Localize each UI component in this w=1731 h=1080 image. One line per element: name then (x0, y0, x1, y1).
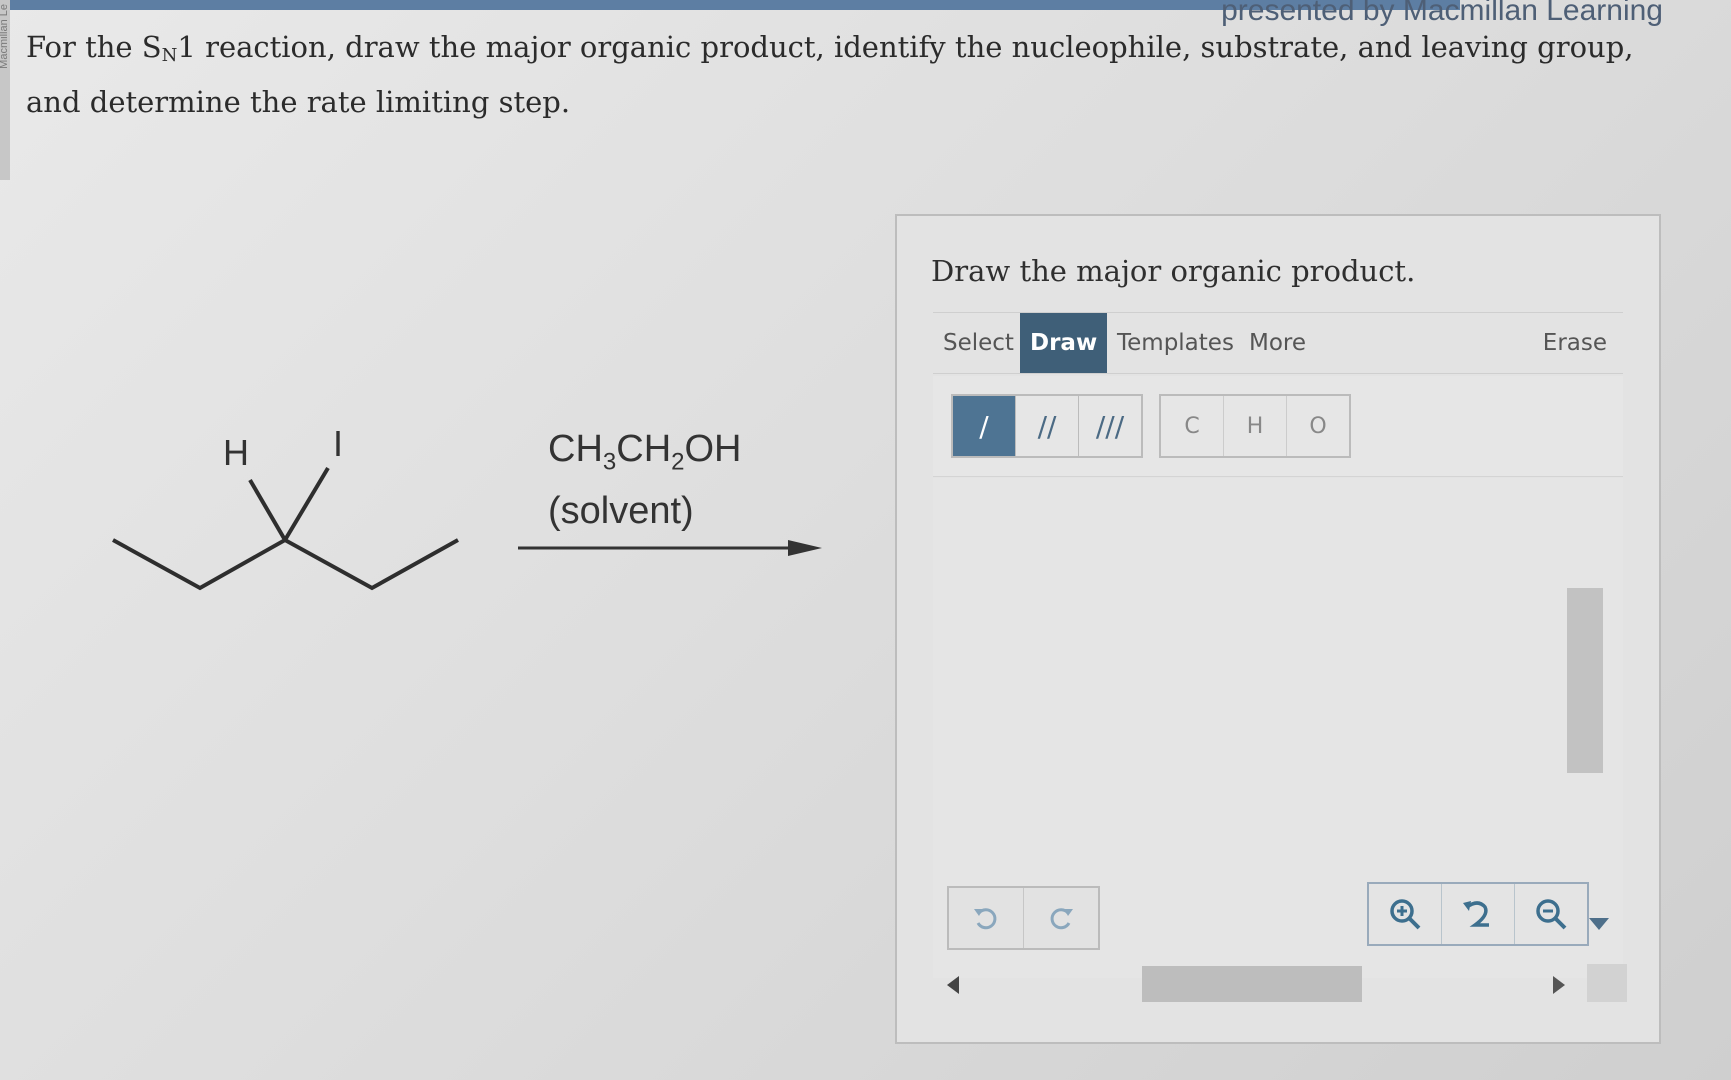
reagent-label: CH3CH2OH (solvent) (548, 425, 742, 535)
scroll-left-arrow-icon[interactable] (947, 976, 959, 994)
zoom-dropdown-arrow-icon[interactable] (1589, 918, 1609, 930)
tab-templates[interactable]: Templates (1107, 313, 1244, 373)
oxygen-atom-button[interactable]: O (1287, 396, 1349, 456)
zoom-reset-icon[interactable] (1442, 884, 1515, 944)
carbon-atom-button[interactable]: C (1161, 396, 1224, 456)
reagent-formula: CH3CH2OH (548, 428, 742, 476)
single-bond-button[interactable]: / (953, 396, 1016, 456)
redo-icon[interactable] (1024, 888, 1098, 948)
bond-tool-group: / // /// (951, 394, 1143, 458)
hydrogen-atom-button[interactable]: H (1224, 396, 1287, 456)
tab-draw[interactable]: Draw (1020, 313, 1108, 373)
reaction-arrow (518, 540, 822, 556)
zoom-out-icon[interactable] (1515, 884, 1587, 944)
double-bond-button[interactable]: // (1016, 396, 1079, 456)
vertical-scrollbar[interactable] (1567, 588, 1603, 773)
scrollbar-thumb[interactable] (1142, 966, 1362, 1002)
tab-more[interactable]: More (1239, 313, 1316, 373)
reactant-structure: H I (112, 423, 459, 591)
history-controls (947, 886, 1100, 950)
scroll-right-arrow-icon[interactable] (1553, 976, 1565, 994)
atom-i-label: I (333, 423, 343, 464)
zoom-controls (1367, 882, 1589, 946)
panel-title: Draw the major organic product. (931, 254, 1416, 288)
scrollbar-corner (1587, 964, 1627, 1002)
reagent-solvent: (solvent) (548, 489, 694, 532)
horizontal-scrollbar[interactable] (947, 964, 1627, 1006)
question-text: For the SN1 reaction, draw the major org… (26, 30, 1634, 119)
tab-select[interactable]: Select (933, 313, 1024, 373)
bond-c-h (248, 478, 287, 542)
drawing-panel: Draw the major organic product. Select D… (895, 214, 1661, 1044)
erase-button[interactable]: Erase (1533, 313, 1617, 373)
triple-bond-button[interactable]: /// (1079, 396, 1141, 456)
tools-row: / // /// C H O (933, 376, 1623, 477)
drawing-toolbar: Select Draw Templates More Erase (933, 312, 1623, 374)
atom-tool-group: C H O (1159, 394, 1351, 458)
atom-h-label: H (223, 432, 249, 473)
undo-icon[interactable] (949, 888, 1024, 948)
side-brand-strip: Macmillan Le (0, 0, 10, 180)
bond-c-i (283, 466, 330, 542)
carbon-skeleton (112, 537, 459, 591)
side-brand-label: Macmillan Le (0, 4, 10, 69)
zoom-in-icon[interactable] (1369, 884, 1442, 944)
